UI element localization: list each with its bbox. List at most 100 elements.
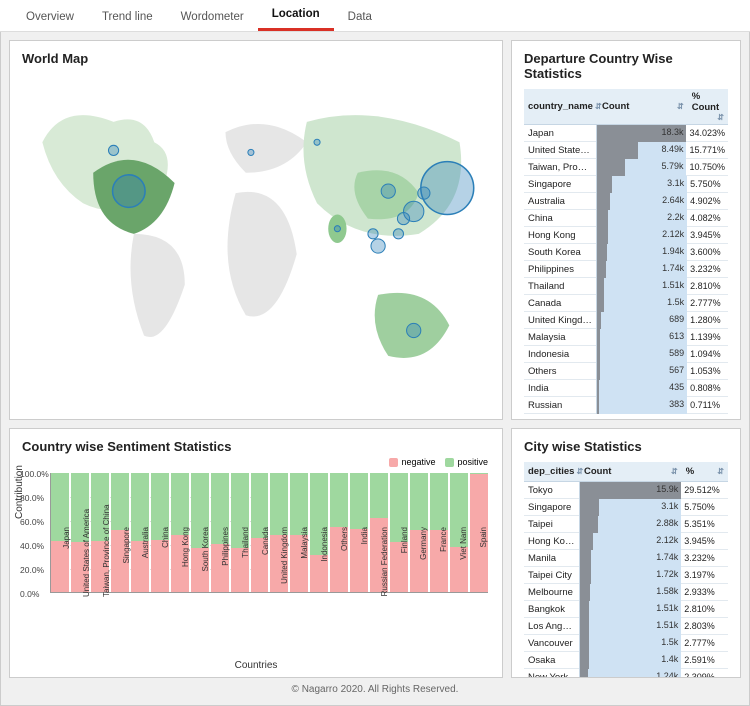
y-tick: 40.0% — [20, 541, 44, 551]
bubble-russia[interactable] — [314, 139, 320, 145]
pct-value: 4.082% — [687, 211, 728, 225]
world-map[interactable] — [22, 74, 490, 414]
table-row[interactable]: Hong Kong2.12k3.945% — [524, 227, 728, 244]
count-bar-cell: 1.72k — [579, 567, 682, 584]
row-name: Canada — [524, 296, 596, 311]
table-row[interactable]: Bangkok1.51k2.810% — [524, 601, 728, 618]
bubble-japan[interactable] — [421, 162, 474, 215]
bubble-china[interactable] — [381, 184, 395, 198]
sort-icon[interactable]: ⇵ — [715, 113, 724, 122]
city-table: dep_cities⇵ Count⇵ %⇵ Tokyo15.9k29.512%S… — [524, 462, 728, 678]
table-row[interactable]: Singapore3.1k5.750% — [524, 176, 728, 193]
bubble-uk[interactable] — [248, 149, 254, 155]
table-row[interactable]: Osaka1.4k2.591% — [524, 652, 728, 669]
count-bar-cell: 435 — [596, 380, 687, 397]
count-value: 1.94k — [662, 246, 684, 256]
bubble-usa[interactable] — [113, 175, 146, 208]
count-bar-cell: 1.51k — [579, 601, 682, 618]
count-bar — [597, 295, 604, 312]
col-country[interactable]: country_name⇵ — [524, 89, 598, 124]
table-row[interactable]: Taiwan, Province of China5.79k10.750% — [524, 159, 728, 176]
count-bar-cell: 689 — [596, 312, 687, 329]
count-bar — [580, 652, 589, 669]
table-row[interactable]: Canada1.5k2.777% — [524, 295, 728, 312]
city-stats-panel: City wise Statistics dep_cities⇵ Count⇵ … — [511, 428, 741, 678]
table-row[interactable]: Hong Kong2.12k3.945% — [524, 533, 728, 550]
count-bar-cell: 3.1k — [596, 176, 687, 193]
sort-icon[interactable]: ⇵ — [669, 467, 678, 476]
count-value: 15.9k — [656, 484, 678, 494]
table-row[interactable]: Russian3830.711% — [524, 397, 728, 414]
table-row[interactable]: Vancouver1.5k2.777% — [524, 635, 728, 652]
table-row[interactable]: Los Angeles1.51k2.803% — [524, 618, 728, 635]
world-map-panel: World Map — [9, 40, 503, 420]
count-bar — [580, 516, 598, 533]
row-name: Others — [524, 364, 596, 379]
table-row[interactable]: Australia2.64k4.902% — [524, 193, 728, 210]
table-row[interactable]: India4350.808% — [524, 380, 728, 397]
africa-region[interactable] — [228, 192, 297, 317]
row-name: South Korea — [524, 245, 596, 260]
table-row[interactable]: United States of America8.49k15.771% — [524, 142, 728, 159]
bubble-korea[interactable] — [418, 187, 430, 199]
pct-value: 3.945% — [681, 534, 728, 548]
bubble-singapore[interactable] — [371, 239, 385, 253]
sentiment-panel: Country wise Sentiment Statistics negati… — [9, 428, 503, 678]
tab-location[interactable]: Location — [258, 0, 334, 31]
col-pct[interactable]: %⇵ — [682, 462, 728, 481]
bubble-hongkong[interactable] — [397, 212, 409, 224]
tab-trend-line[interactable]: Trend line — [88, 3, 167, 31]
count-value: 1.5k — [661, 637, 678, 647]
bubble-philippines[interactable] — [393, 229, 403, 239]
table-row[interactable]: New York1.24k2.309% — [524, 669, 728, 678]
bubble-india[interactable] — [334, 226, 340, 232]
count-bar-cell: 2.12k — [596, 227, 687, 244]
table-row[interactable]: Taipei2.88k5.351% — [524, 516, 728, 533]
row-name: Hong Kong — [524, 534, 579, 549]
x-tick: France — [439, 527, 448, 597]
row-name: Taipei — [524, 517, 579, 532]
count-value: 589 — [669, 348, 684, 358]
sort-icon[interactable]: ⇵ — [715, 467, 724, 476]
europe-region[interactable] — [225, 124, 306, 173]
tab-data[interactable]: Data — [334, 3, 386, 31]
south-america-region[interactable] — [131, 234, 185, 337]
x-tick: Hong Kong — [181, 527, 190, 597]
table-row[interactable]: Tokyo15.9k29.512% — [524, 482, 728, 499]
tab-wordometer[interactable]: Wordometer — [167, 3, 258, 31]
col-city[interactable]: dep_cities⇵ — [524, 462, 580, 481]
col-count[interactable]: Count⇵ — [580, 462, 682, 481]
col-pct[interactable]: % Count⇵ — [688, 89, 728, 124]
table-row[interactable]: Malaysia6131.139% — [524, 329, 728, 346]
positive-segment — [290, 473, 308, 535]
tab-bar: OverviewTrend lineWordometerLocationData — [0, 0, 750, 32]
table-row[interactable]: Melbourne1.58k2.933% — [524, 584, 728, 601]
table-row[interactable]: Japan18.3k34.023% — [524, 125, 728, 142]
col-count[interactable]: Count⇵ — [598, 89, 688, 124]
sort-icon[interactable]: ⇵ — [675, 102, 684, 111]
count-bar — [597, 312, 601, 329]
table-row[interactable]: Thailand1.51k2.810% — [524, 278, 728, 295]
count-value: 383 — [669, 399, 684, 409]
table-row[interactable]: Others5671.053% — [524, 363, 728, 380]
tab-overview[interactable]: Overview — [12, 3, 88, 31]
table-row[interactable]: Singapore3.1k5.750% — [524, 499, 728, 516]
count-value: 8.49k — [661, 144, 683, 154]
bubble-canada[interactable] — [108, 145, 118, 155]
table-row[interactable]: United Kingdom6891.280% — [524, 312, 728, 329]
legend-negative: negative — [389, 457, 435, 467]
count-bar — [597, 244, 607, 261]
table-row[interactable]: Taipei City1.72k3.197% — [524, 567, 728, 584]
pct-value: 2.810% — [681, 602, 728, 616]
y-tick: 20.0% — [20, 565, 44, 575]
table-row[interactable]: Indonesia5891.094% — [524, 346, 728, 363]
table-row[interactable]: South Korea1.94k3.600% — [524, 244, 728, 261]
pct-value: 2.591% — [681, 653, 728, 667]
bubble-australia[interactable] — [407, 323, 421, 337]
table-row[interactable]: China2.2k4.082% — [524, 210, 728, 227]
row-name: New York — [524, 670, 579, 679]
count-value: 1.4k — [661, 654, 678, 664]
bubble-thailand[interactable] — [368, 229, 378, 239]
table-row[interactable]: Philippines1.74k3.232% — [524, 261, 728, 278]
table-row[interactable]: Manila1.74k3.232% — [524, 550, 728, 567]
